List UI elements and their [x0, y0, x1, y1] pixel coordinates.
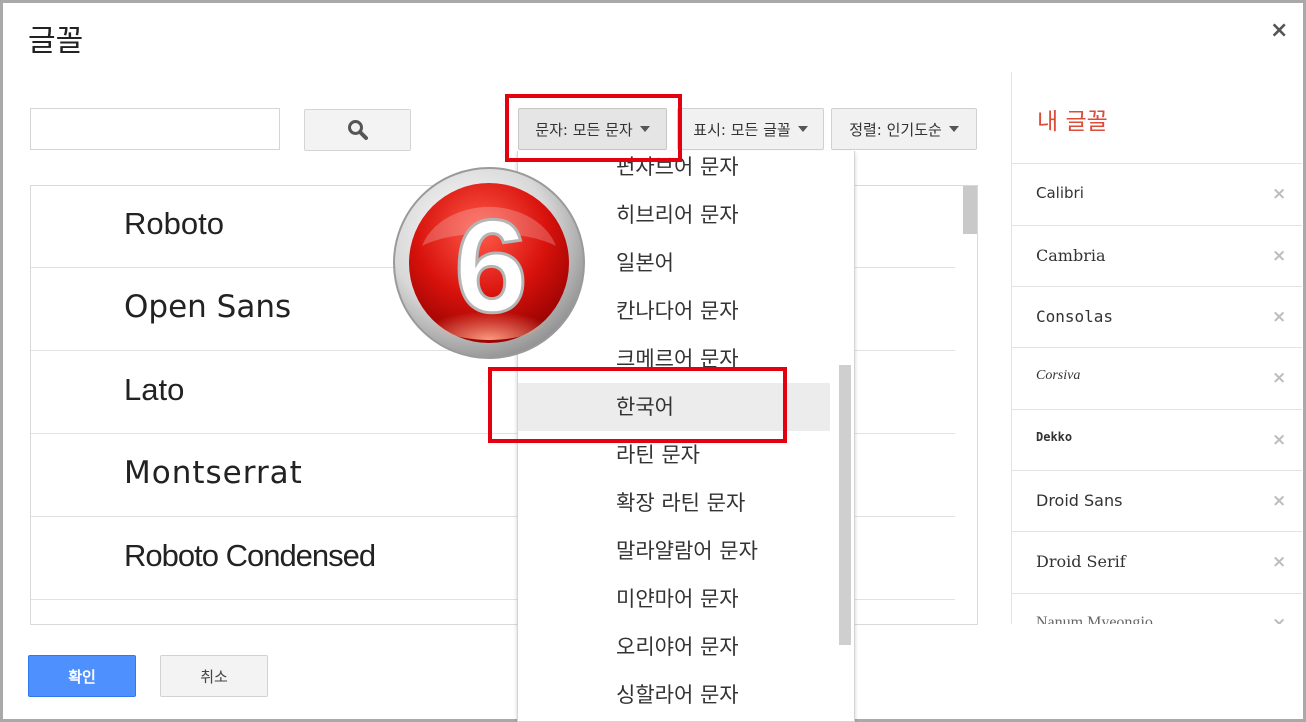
search-icon: [347, 120, 368, 140]
cancel-button[interactable]: 취소: [160, 655, 268, 697]
my-font-item[interactable]: Consolas ×: [1012, 286, 1302, 348]
menu-item-oriya[interactable]: 오리야어 문자: [518, 623, 830, 671]
my-font-item[interactable]: Calibri ×: [1012, 163, 1302, 225]
font-name: Open Sans: [124, 289, 292, 325]
my-font-item[interactable]: Corsiva ×: [1012, 347, 1302, 409]
remove-icon[interactable]: ×: [1272, 430, 1286, 450]
highlight-box-script-filter: [505, 94, 682, 162]
step-number: 6: [454, 193, 527, 340]
sort-label: 정렬: 인기도순: [849, 120, 942, 139]
my-font-name: Corsiva: [1036, 368, 1081, 383]
font-name: Roboto Condensed: [124, 538, 376, 573]
step-number-badge: 6: [393, 167, 585, 359]
menu-item-latin-extended[interactable]: 확장 라틴 문자: [518, 479, 830, 527]
menu-item-malayalam[interactable]: 말라얄람어 문자: [518, 527, 830, 575]
font-list-scrollbar[interactable]: [963, 186, 977, 234]
my-fonts-title: 내 글꼴: [1037, 109, 1108, 135]
my-font-item[interactable]: Cambria ×: [1012, 225, 1302, 287]
remove-icon[interactable]: ×: [1272, 368, 1286, 388]
my-font-name: Droid Sans: [1036, 491, 1123, 510]
my-font-item[interactable]: Droid Sans ×: [1012, 470, 1302, 532]
my-font-name: Droid Serif: [1036, 552, 1126, 571]
remove-icon[interactable]: ×: [1272, 491, 1286, 511]
my-font-name: Dekko: [1036, 430, 1073, 444]
close-icon[interactable]: ×: [1270, 18, 1288, 43]
display-filter-dropdown[interactable]: 표시: 모든 글꼴: [677, 108, 824, 150]
menu-item-myanmar[interactable]: 미얀마어 문자: [518, 575, 830, 623]
remove-icon[interactable]: ×: [1272, 614, 1286, 624]
display-filter-label: 표시: 모든 글꼴: [693, 120, 791, 139]
highlight-box-korean: [488, 367, 787, 443]
menu-item-sinhala[interactable]: 싱할라어 문자: [518, 671, 830, 719]
search-input[interactable]: [30, 108, 280, 150]
remove-icon[interactable]: ×: [1272, 184, 1286, 204]
search-button[interactable]: [304, 109, 411, 151]
font-name: Montserrat: [124, 455, 303, 491]
font-name: Lato: [124, 372, 185, 407]
sort-dropdown[interactable]: 정렬: 인기도순: [831, 108, 977, 150]
remove-icon[interactable]: ×: [1272, 307, 1286, 327]
my-fonts-panel: 내 글꼴 Calibri × Cambria × Consolas × Cors…: [1011, 72, 1302, 624]
menu-scrollbar[interactable]: [839, 365, 851, 645]
remove-icon[interactable]: ×: [1272, 552, 1286, 572]
my-font-item[interactable]: Nanum Myeongjo ×: [1012, 593, 1302, 624]
my-font-name: Consolas: [1036, 307, 1114, 326]
remove-icon[interactable]: ×: [1272, 246, 1286, 266]
caret-down-icon: [797, 126, 808, 132]
ok-button[interactable]: 확인: [28, 655, 136, 697]
my-font-item[interactable]: Dekko ×: [1012, 409, 1302, 471]
my-font-name: Calibri: [1036, 184, 1084, 202]
font-name: Roboto: [124, 206, 224, 241]
my-font-name: Cambria: [1036, 246, 1106, 265]
my-font-item[interactable]: Droid Serif ×: [1012, 531, 1302, 593]
caret-down-icon: [948, 126, 959, 132]
my-font-name: Nanum Myeongjo: [1036, 614, 1153, 624]
dialog-title: 글꼴: [28, 24, 84, 59]
